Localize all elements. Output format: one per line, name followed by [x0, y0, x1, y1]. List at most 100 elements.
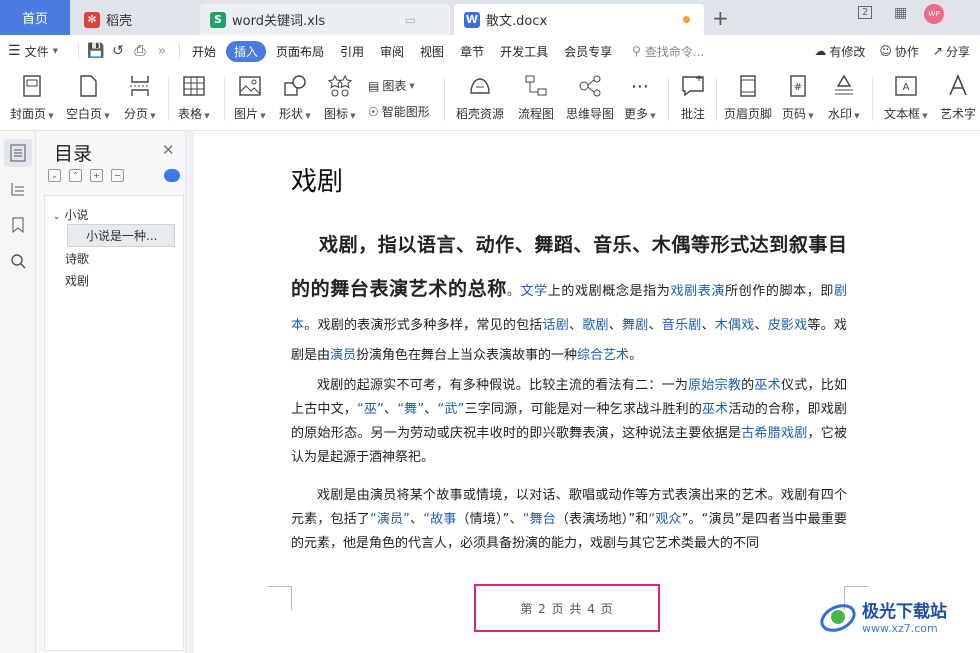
print-icon[interactable]: ⎙: [129, 43, 151, 59]
hyperlink[interactable]: 舞剧: [622, 318, 648, 333]
hyperlink[interactable]: “巫”: [357, 402, 384, 417]
document-icon: W: [464, 11, 480, 28]
chevron-down-icon: ▼: [102, 112, 110, 120]
page-margin-corner: [268, 586, 292, 610]
toc-panel-button[interactable]: [4, 139, 32, 167]
tab-insert[interactable]: 插入: [225, 40, 266, 62]
toc-item-drama[interactable]: 戏剧: [65, 272, 89, 289]
tab-developer[interactable]: 开发工具: [494, 40, 554, 63]
header-footer-button[interactable]: 页眉页脚: [724, 73, 772, 122]
monitor-icon: ▭: [404, 12, 416, 27]
textbox-button[interactable]: A 文本框 ▼: [884, 73, 928, 122]
save-icon[interactable]: 💾: [85, 43, 107, 59]
command-search[interactable]: ⚲ 查找命令...: [632, 43, 704, 60]
tab-member[interactable]: 会员专享: [558, 40, 618, 63]
hyperlink[interactable]: “舞”: [397, 402, 424, 417]
hyperlink[interactable]: 歌剧: [582, 318, 608, 333]
cover-page-button[interactable]: 封面页 ▼: [10, 73, 54, 122]
hyperlink[interactable]: 文学: [521, 284, 548, 299]
tab-references[interactable]: 引用: [334, 40, 370, 63]
chevron-down-icon: ▼: [46, 112, 54, 120]
comment-button[interactable]: 批注: [680, 73, 706, 122]
close-icon[interactable]: ✕: [162, 141, 175, 159]
share-icon: ↗: [932, 44, 943, 58]
mindmap-label: 思维导图: [566, 107, 615, 121]
more-chevron-icon[interactable]: »: [151, 43, 173, 59]
more-button[interactable]: ⋯ 更多 ▼: [624, 73, 656, 122]
document-page[interactable]: 戏剧 戏剧，指以语言、动作、舞蹈、音乐、木偶等形式达到叙事目的的舞台表演艺术的总…: [194, 131, 980, 653]
icon-label: 图标: [324, 107, 349, 121]
tab-xls[interactable]: S word关键词.xls ▭: [200, 4, 450, 35]
hyperlink[interactable]: 音乐剧: [662, 318, 702, 333]
page-number-icon: #: [790, 75, 806, 97]
blank-page-button[interactable]: 空白页 ▼: [66, 73, 110, 122]
tab-home[interactable]: 首页: [0, 0, 70, 35]
hyperlink[interactable]: 原始宗教: [688, 378, 741, 393]
hyperlink[interactable]: 戏剧表演: [670, 284, 725, 299]
page-number-button[interactable]: # 页码 ▼: [782, 73, 814, 122]
hyperlink[interactable]: “舞台: [523, 512, 556, 527]
toc-sync-toggle-icon[interactable]: [164, 169, 180, 182]
header-footer-label: 页眉页脚: [724, 107, 773, 121]
site-logo-icon: [820, 604, 856, 632]
hyperlink[interactable]: 话剧: [543, 318, 569, 333]
picture-button[interactable]: 图片 ▼: [234, 73, 266, 122]
shape-button[interactable]: 形状 ▼: [279, 73, 311, 122]
avatar[interactable]: WP: [924, 4, 944, 24]
chevron-down-icon: ▼: [920, 112, 928, 120]
tab-start[interactable]: 开始: [186, 40, 222, 63]
tab-chapter[interactable]: 章节: [454, 40, 490, 63]
hyperlink[interactable]: 古希腊戏剧: [741, 426, 807, 441]
changes-button[interactable]: ☁ 有修改: [814, 43, 865, 60]
file-menu[interactable]: ☰ 文件 ▼: [8, 43, 58, 60]
hyperlink[interactable]: “故事: [423, 512, 456, 527]
hyperlink[interactable]: 皮影戏: [768, 318, 808, 333]
add-heading-icon[interactable]: +: [90, 169, 103, 182]
table-icon: [183, 76, 205, 96]
expand-down-icon[interactable]: ⌄: [48, 169, 61, 182]
remove-heading-icon[interactable]: −: [111, 169, 124, 182]
wordart-label: 艺术字: [940, 107, 977, 121]
collab-button[interactable]: ☺ 协作: [879, 43, 919, 60]
tab-page-layout[interactable]: 页面布局: [270, 40, 330, 63]
text-run: 。: [629, 348, 643, 363]
chart-button[interactable]: ▤ 图表 ▼: [368, 77, 415, 94]
page-footer[interactable]: 第 2 页 共 4 页: [474, 584, 660, 632]
toc-item-novel[interactable]: ⌄ 小说: [53, 206, 88, 223]
hyperlink[interactable]: 巫术: [702, 402, 728, 417]
grid-apps-icon[interactable]: ▦: [894, 5, 907, 21]
page-break-button[interactable]: 分页 ▼: [124, 73, 156, 122]
tab-review[interactable]: 审阅: [374, 40, 410, 63]
find-button[interactable]: [4, 247, 32, 275]
window-mode-icon[interactable]: 2: [858, 6, 873, 19]
watermark-button[interactable]: 水印 ▼: [828, 73, 860, 122]
hyperlink[interactable]: “武”: [437, 402, 464, 417]
text-run: 扮演角色在舞台上当众表演故事的一种: [356, 348, 578, 363]
hyperlink[interactable]: 演员: [330, 348, 356, 363]
new-tab-button[interactable]: +: [712, 6, 729, 30]
bookmark-button[interactable]: [4, 211, 32, 239]
share-button[interactable]: ↗ 分享: [933, 43, 970, 60]
hyperlink[interactable]: “观众: [648, 512, 681, 527]
mindmap-button[interactable]: 思维导图: [566, 73, 614, 122]
icon-button[interactable]: 图标 ▼: [324, 73, 356, 122]
export-pdf-icon[interactable]: ↺: [107, 43, 129, 59]
table-button[interactable]: 表格 ▼: [178, 73, 210, 122]
tab-view[interactable]: 视图: [414, 40, 450, 63]
hyperlink[interactable]: 木偶戏: [715, 318, 755, 333]
wordart-button[interactable]: 艺术字: [940, 73, 976, 122]
flowchart-button[interactable]: 流程图: [518, 73, 554, 122]
toc-item-novel-sub[interactable]: 小说是一种...: [67, 224, 175, 247]
hyperlink[interactable]: 综合艺术: [577, 348, 629, 363]
hyperlink[interactable]: “演员”: [370, 512, 410, 527]
search-icon: ⚲: [632, 44, 641, 58]
smart-graphic-button[interactable]: ☉ 智能图形: [368, 103, 430, 120]
daoke-resources-button[interactable]: 稻壳资源: [456, 73, 504, 122]
tab-active-doc[interactable]: W 散文.docx: [454, 4, 704, 35]
hyperlink[interactable]: 巫术: [754, 378, 781, 393]
tab-daoke[interactable]: ✻ 稻壳: [74, 4, 196, 35]
paragraph-3: 戏剧是由演员将某个故事或情境，以对话、歌唱或动作等方式表演出来的艺术。戏剧有四个…: [291, 484, 847, 556]
navigation-button[interactable]: [4, 175, 32, 203]
toc-item-poetry[interactable]: 诗歌: [65, 250, 89, 267]
collapse-up-icon[interactable]: ⌃: [69, 169, 82, 182]
